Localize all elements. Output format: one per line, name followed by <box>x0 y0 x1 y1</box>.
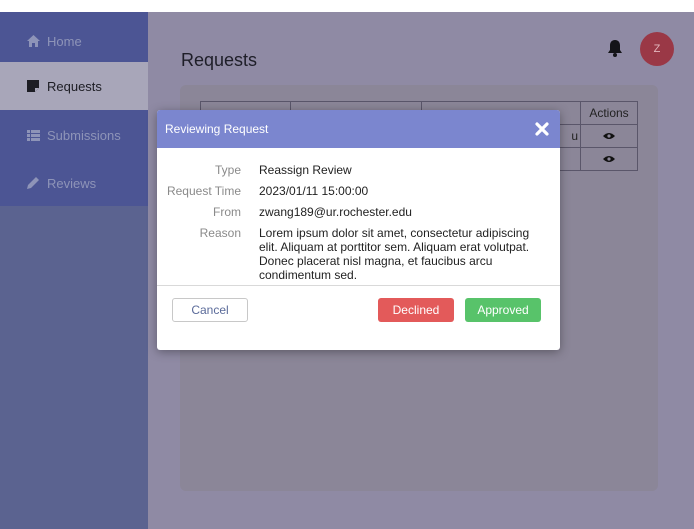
eye-icon[interactable] <box>603 155 615 163</box>
field-type: Type Reassign Review <box>157 163 560 177</box>
sidebar-item-label: Reviews <box>47 175 97 191</box>
field-label: Reason <box>199 226 241 240</box>
view-cell <box>580 147 638 171</box>
bell-icon[interactable] <box>605 38 625 58</box>
modal-header: Reviewing Request <box>157 110 560 148</box>
field-label: Request Time <box>166 184 241 198</box>
cancel-button[interactable]: Cancel <box>172 298 248 322</box>
sidebar-item-reviews[interactable]: Reviews <box>0 159 148 207</box>
field-value: Reassign Review <box>259 163 352 177</box>
sidebar-item-submissions[interactable]: Submissions <box>0 111 148 159</box>
modal-body: Type Reassign Review Request Time 2023/0… <box>157 148 560 286</box>
field-value: Lorem ipsum dolor sit amet, consectetur … <box>259 226 530 282</box>
field-from: From zwang189@ur.rochester.edu <box>157 205 560 219</box>
list-icon <box>26 128 40 142</box>
close-icon[interactable] <box>534 121 550 137</box>
review-request-modal: Reviewing Request Type Reassign Review R… <box>157 110 560 350</box>
home-icon <box>26 34 40 48</box>
sidebar-item-requests[interactable]: Requests <box>0 62 148 110</box>
page-title: Requests <box>181 50 258 70</box>
avatar[interactable]: Z <box>640 32 674 66</box>
modal-footer: Cancel Declined Approved <box>157 286 560 349</box>
field-value: zwang189@ur.rochester.edu <box>259 205 412 219</box>
sidebar-item-home[interactable]: Home <box>0 17 148 65</box>
sidebar-item-label: Submissions <box>47 127 121 143</box>
field-reason: Reason Lorem ipsum dolor sit amet, conse… <box>157 226 560 282</box>
modal-title: Reviewing Request <box>165 122 269 136</box>
sidebar-item-label: Home <box>47 33 82 49</box>
actions-header: Actions <box>580 101 638 125</box>
table-cell-text: u <box>571 129 578 143</box>
field-label: From <box>213 205 241 219</box>
note-icon <box>26 79 40 93</box>
field-value: 2023/01/11 15:00:00 <box>259 184 369 198</box>
declined-button[interactable]: Declined <box>378 298 454 322</box>
sidebar-item-label: Requests <box>47 78 102 94</box>
pencil-icon <box>26 176 40 190</box>
field-label: Type <box>214 163 241 177</box>
sidebar: Home Requests Submissions Reviews <box>0 12 148 529</box>
view-cell <box>580 124 638 148</box>
eye-icon[interactable] <box>603 132 615 140</box>
field-request-time: Request Time 2023/01/11 15:00:00 <box>157 184 560 198</box>
approved-button[interactable]: Approved <box>465 298 541 322</box>
